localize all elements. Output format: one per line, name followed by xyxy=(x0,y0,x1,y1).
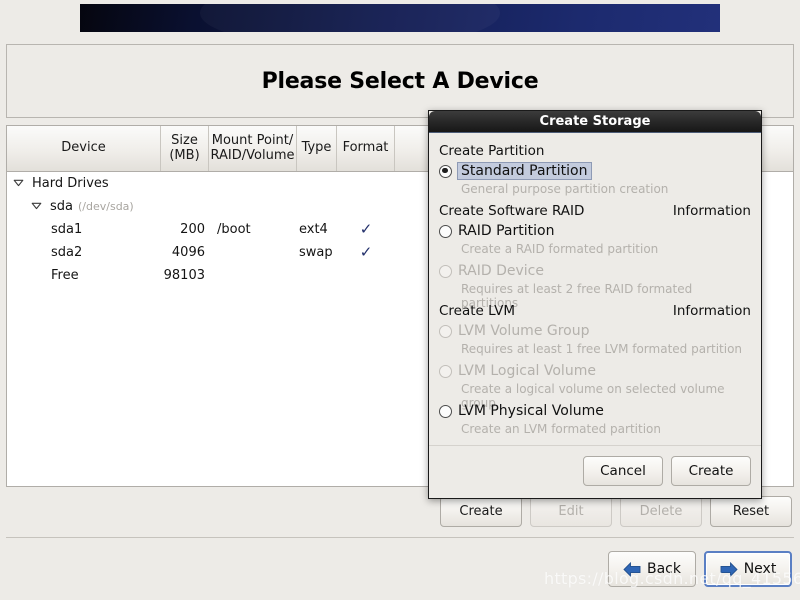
delete-button: Delete xyxy=(620,496,702,527)
column-header-format[interactable]: Format xyxy=(337,126,395,171)
cell-device: Free xyxy=(7,268,161,283)
cell-device: sda2 xyxy=(7,245,161,260)
dialog-section-heading: Create Software RAID Information xyxy=(439,203,751,219)
column-header-mount-line2: RAID/Volume xyxy=(210,147,295,163)
tree-expander-icon[interactable] xyxy=(13,177,26,190)
device-name: Free xyxy=(51,268,79,283)
top-banner xyxy=(80,4,720,32)
radio-option-description: Create an LVM formated partition xyxy=(461,422,661,436)
radio-option-description: Create a RAID formated partition xyxy=(461,242,659,256)
column-header-size[interactable]: Size (MB) xyxy=(161,126,209,171)
device-path: (/dev/sda) xyxy=(78,200,134,213)
cell-type: swap xyxy=(297,245,337,260)
column-header-mount-line1: Mount Point/ xyxy=(211,132,294,148)
column-header-type[interactable]: Type xyxy=(297,126,337,171)
radio-option-label: RAID Partition xyxy=(458,223,555,239)
dialog-body: Create Partition Standard Partition Genera… xyxy=(429,133,761,439)
column-header-device[interactable]: Device xyxy=(7,126,161,171)
cell-format-value: ✓ xyxy=(359,245,373,260)
dialog-title: Create Storage xyxy=(539,114,651,129)
device-name: Hard Drives xyxy=(32,176,109,191)
dialog-create-button[interactable]: Create xyxy=(671,456,751,486)
column-header-size-line2: (MB) xyxy=(169,147,200,163)
radio-button xyxy=(439,324,452,338)
radio-option-row: RAID Device xyxy=(439,261,751,281)
dialog-section-heading: Create LVM Information xyxy=(439,303,751,319)
edit-button: Edit xyxy=(530,496,612,527)
cell-size-value: 4096 xyxy=(171,245,205,260)
storage-action-bar: Create Edit Delete Reset xyxy=(6,496,794,527)
navigation-bar: Back Next xyxy=(608,551,792,587)
dialog-section-title: Create Software RAID xyxy=(439,203,585,219)
next-button[interactable]: Next xyxy=(704,551,792,587)
create-button[interactable]: Create xyxy=(440,496,522,527)
device-name: sda2 xyxy=(51,245,83,260)
dialog-section-heading: Create Partition xyxy=(439,143,751,159)
device-name: sda1 xyxy=(51,222,83,237)
page-title: Please Select A Device xyxy=(261,69,539,94)
column-header-size-line1: Size xyxy=(171,132,198,148)
create-storage-dialog: Create Storage Create Partition Standard … xyxy=(428,110,762,499)
cell-type-value: swap xyxy=(299,245,333,260)
radio-button[interactable] xyxy=(439,164,452,178)
cell-size-value: 98103 xyxy=(163,268,205,283)
dialog-cancel-button[interactable]: Cancel xyxy=(583,456,663,486)
radio-option-description: General purpose partition creation xyxy=(461,182,669,196)
cell-type: ext4 xyxy=(297,222,337,237)
dialog-titlebar: Create Storage xyxy=(429,111,761,133)
radio-option-description: Create a logical volume on selected volu… xyxy=(461,382,725,410)
next-button-label: Next xyxy=(743,561,777,577)
radio-option-row[interactable]: RAID Partition xyxy=(439,221,751,241)
radio-option-row[interactable]: LVM Physical Volume xyxy=(439,401,751,421)
dialog-section-title: Create Partition xyxy=(439,143,545,159)
cell-device: Hard Drives xyxy=(7,176,161,191)
cell-format: ✓ xyxy=(337,245,395,260)
radio-option-description: Requires at least 2 free RAID formated p… xyxy=(461,282,693,310)
page-title-frame: Please Select A Device xyxy=(6,44,794,118)
device-name: sda xyxy=(50,199,73,214)
radio-button xyxy=(439,264,452,278)
column-header-mount-point[interactable]: Mount Point/ RAID/Volume xyxy=(209,126,297,171)
cell-size-value: 200 xyxy=(180,222,205,237)
radio-button[interactable] xyxy=(439,224,452,238)
cell-device: sda (/dev/sda) xyxy=(7,199,161,214)
footer-divider xyxy=(6,537,794,538)
arrow-right-icon xyxy=(720,561,738,577)
radio-option-label: LVM Physical Volume xyxy=(458,403,604,419)
radio-button xyxy=(439,364,452,378)
cell-size: 4096 xyxy=(161,245,209,260)
cell-size: 200 xyxy=(161,222,209,237)
information-link[interactable]: Information xyxy=(673,203,751,219)
radio-option-label: Standard Partition xyxy=(457,162,592,180)
information-link[interactable]: Information xyxy=(673,303,751,319)
radio-option-label: RAID Device xyxy=(458,263,544,279)
radio-button[interactable] xyxy=(439,404,452,418)
back-button[interactable]: Back xyxy=(608,551,696,587)
radio-option-row: LVM Logical Volume xyxy=(439,361,751,381)
dialog-button-bar: Cancel Create xyxy=(429,446,761,498)
cell-mount-point-value: /boot xyxy=(217,222,251,237)
tree-expander-icon[interactable] xyxy=(31,200,44,213)
dialog-section-title: Create LVM xyxy=(439,303,516,319)
radio-option-label: LVM Volume Group xyxy=(458,323,590,339)
cell-device: sda1 xyxy=(7,222,161,237)
reset-button[interactable]: Reset xyxy=(710,496,792,527)
arrow-left-icon xyxy=(623,561,641,577)
banner-swoosh-decoration xyxy=(200,0,500,48)
cell-size: 98103 xyxy=(161,268,209,283)
cell-mount-point: /boot xyxy=(209,222,297,237)
cell-type-value: ext4 xyxy=(299,222,328,237)
back-button-label: Back xyxy=(647,561,681,577)
cell-format: ✓ xyxy=(337,222,395,237)
radio-option-description: Requires at least 1 free LVM formated pa… xyxy=(461,342,743,356)
cell-format-value: ✓ xyxy=(359,222,373,237)
radio-option-row[interactable]: Standard Partition xyxy=(439,161,751,181)
radio-option-label: LVM Logical Volume xyxy=(458,363,596,379)
radio-option-row: LVM Volume Group xyxy=(439,321,751,341)
